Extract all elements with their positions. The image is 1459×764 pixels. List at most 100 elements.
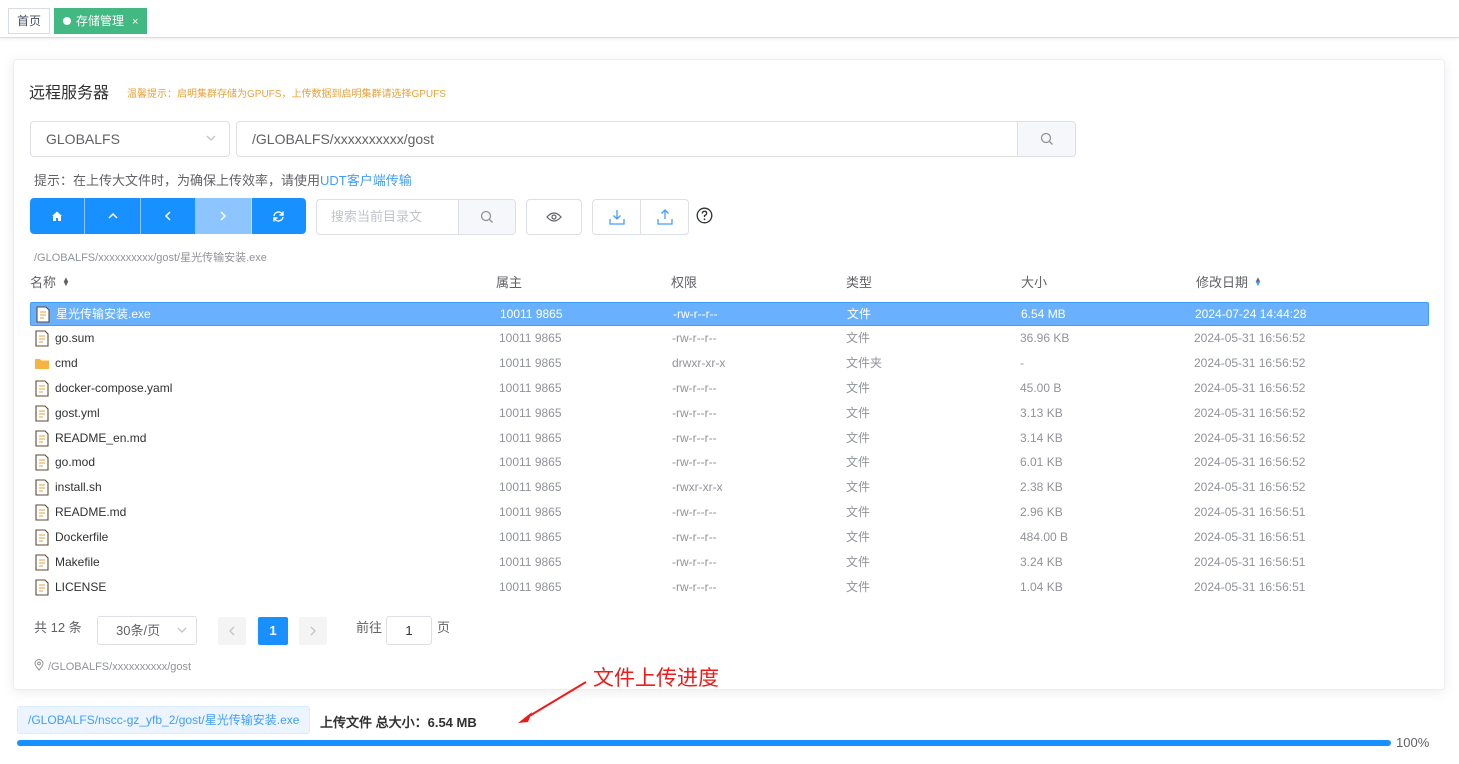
cell-owner: 10011 9865 <box>499 355 562 370</box>
cell-owner: 10011 9865 <box>500 307 563 321</box>
question-circle-icon <box>696 207 713 224</box>
cell-type: 文件 <box>846 380 871 395</box>
chevron-down-icon <box>176 617 188 653</box>
chevron-right-icon <box>310 626 316 636</box>
parent-dir-button[interactable] <box>85 198 141 234</box>
goto-page-input[interactable]: 1 <box>386 616 432 645</box>
storage-select-value: GLOBALFS <box>46 131 120 147</box>
dir-search-input[interactable]: 搜索当前目录文 <box>316 199 516 235</box>
cell-type: 文件 <box>846 530 871 545</box>
transfer-button-group <box>592 199 689 235</box>
cell-mtime: 2024-05-31 16:56:51 <box>1194 530 1306 545</box>
file-icon <box>34 479 50 496</box>
file-icon <box>34 429 50 447</box>
cell-mtime: 2024-05-31 16:56:51 <box>1194 505 1306 520</box>
goto-prefix: 前往 <box>356 620 383 635</box>
page-number-current[interactable]: 1 <box>258 617 288 645</box>
close-icon[interactable]: × <box>132 16 138 28</box>
cell-size: 484.00 B <box>1020 530 1069 545</box>
file-name: go.sum <box>55 330 95 345</box>
table-row[interactable]: README.md 10011 9865 -rw-r--r-- 文件 2.96 KB 20… <box>30 501 1429 525</box>
cell-type: 文件 <box>846 480 871 495</box>
cell-size: 6.01 KB <box>1020 455 1063 470</box>
cell-perm: drwxr-xr-x <box>672 355 726 370</box>
cell-size: 45.00 B <box>1020 380 1062 395</box>
column-header-name-label: 名称 <box>30 275 57 290</box>
file-icon <box>35 306 51 323</box>
file-icon <box>34 579 50 596</box>
table-row[interactable]: go.sum 10011 9865 -rw-r--r-- 文件 36.96 KB 2024… <box>30 327 1429 351</box>
page-size-select[interactable]: 30条/页 <box>97 616 197 645</box>
column-header-mtime[interactable]: 修改日期 ▲ ▼ <box>1196 272 1262 291</box>
refresh-button[interactable] <box>251 198 306 234</box>
column-header-owner: 属主 <box>496 275 523 290</box>
path-search-button[interactable] <box>1017 122 1075 156</box>
file-name: go.mod <box>55 455 96 470</box>
toggle-hidden-button[interactable] <box>526 199 582 235</box>
cell-type: 文件 <box>846 455 871 470</box>
table-row[interactable]: cmd 10011 9865 drwxr-xr-x 文件夹 - 2024-05-31 16… <box>30 352 1429 376</box>
chevron-right-icon <box>220 211 227 221</box>
cell-owner: 10011 9865 <box>499 430 562 445</box>
search-icon <box>480 210 493 223</box>
cell-perm: -rw-r--r-- <box>673 307 718 321</box>
cell-type: 文件 <box>846 579 871 594</box>
file-name: gost.yml <box>55 405 100 420</box>
refresh-icon <box>273 210 285 222</box>
next-page-button[interactable] <box>299 617 327 645</box>
pagination-total: 共 12 条 <box>34 620 82 635</box>
table-row[interactable]: 星光传输安装.exe 10011 9865 -rw-r--r-- 文件 6.54 MB 2… <box>30 302 1429 326</box>
dir-search-button[interactable] <box>458 200 515 234</box>
file-name: install.sh <box>55 480 102 495</box>
udt-client-link[interactable]: UDT客户端传输 <box>320 173 412 188</box>
file-name: README.md <box>55 505 127 520</box>
upload-file-tag: /GLOBALFS/nscc-gz_yfb_2/gost/星光传输安装.exe <box>17 706 311 734</box>
file-icon <box>34 380 50 397</box>
cell-size: - <box>1020 355 1024 370</box>
cell-mtime: 2024-05-31 16:56:52 <box>1194 480 1306 495</box>
cell-mtime: 2024-05-31 16:56:52 <box>1194 380 1306 395</box>
cell-mtime: 2024-05-31 16:56:52 <box>1194 430 1306 445</box>
chevron-up-icon <box>108 212 118 219</box>
search-icon <box>1040 132 1053 145</box>
chevron-left-icon <box>164 211 171 221</box>
file-icon <box>34 529 50 546</box>
tab-storage[interactable]: 存储管理 × <box>54 8 148 34</box>
cell-mtime: 2024-05-31 16:56:52 <box>1194 355 1306 370</box>
table-row[interactable]: install.sh 10011 9865 -rwxr-xr-x 文件 2.38 KB 2… <box>30 476 1429 500</box>
help-button[interactable] <box>696 207 713 229</box>
table-row[interactable]: Dockerfile 10011 9865 -rw-r--r-- 文件 484.00 B… <box>30 526 1429 550</box>
forward-button[interactable] <box>196 198 252 234</box>
table-row[interactable]: docker-compose.yaml 10011 9865 -rw-r--r-- 文… <box>30 377 1429 401</box>
home-button[interactable] <box>30 198 86 234</box>
current-file-path: /GLOBALFS/xxxxxxxxxx/gost/星光传输安装.exe <box>34 252 267 264</box>
path-input[interactable]: /GLOBALFS/xxxxxxxxxx/gost <box>236 121 1076 157</box>
file-name: LICENSE <box>55 579 107 594</box>
upload-progress-annotation: 文件上传进度 <box>593 667 719 690</box>
cell-owner: 10011 9865 <box>499 330 562 345</box>
chevron-left-icon <box>229 626 235 636</box>
cell-owner: 10011 9865 <box>499 405 562 420</box>
prev-page-button[interactable] <box>218 617 246 645</box>
upload-icon <box>656 209 673 225</box>
table-row[interactable]: LICENSE 10011 9865 -rw-r--r-- 文件 1.04 KB 2024… <box>30 576 1429 600</box>
cell-perm: -rw-r--r-- <box>672 530 717 545</box>
back-button[interactable] <box>140 198 197 234</box>
column-header-name[interactable]: 名称 ▲ ▼ <box>30 272 70 291</box>
table-row[interactable]: go.mod 10011 9865 -rw-r--r-- 文件 6.01 KB 2024-… <box>30 451 1429 475</box>
download-button[interactable] <box>593 200 641 234</box>
cell-perm: -rw-r--r-- <box>672 579 717 594</box>
cell-perm: -rw-r--r-- <box>672 405 717 420</box>
storage-select[interactable]: GLOBALFS <box>30 121 230 157</box>
active-dot-icon <box>63 17 71 25</box>
table-row[interactable]: gost.yml 10011 9865 -rw-r--r-- 文件 3.13 KB 202… <box>30 402 1429 426</box>
cell-perm: -rw-r--r-- <box>672 555 717 569</box>
table-row[interactable]: README_en.md 10011 9865 -rw-r--r-- 文件 3.14 K… <box>30 427 1429 451</box>
cell-size: 1.04 KB <box>1020 579 1063 594</box>
table-row[interactable]: Makefile 10011 9865 -rw-r--r-- 文件 3.24 KB 202… <box>30 551 1429 575</box>
file-name: README_en.md <box>55 430 147 445</box>
warning-tip: 温馨提示：启明集群存储为GPUFS，上传数据到启明集群请选择GPUFS <box>127 89 446 100</box>
upload-button[interactable] <box>641 200 688 234</box>
tab-home[interactable]: 首页 <box>8 8 51 34</box>
home-icon <box>52 211 63 221</box>
